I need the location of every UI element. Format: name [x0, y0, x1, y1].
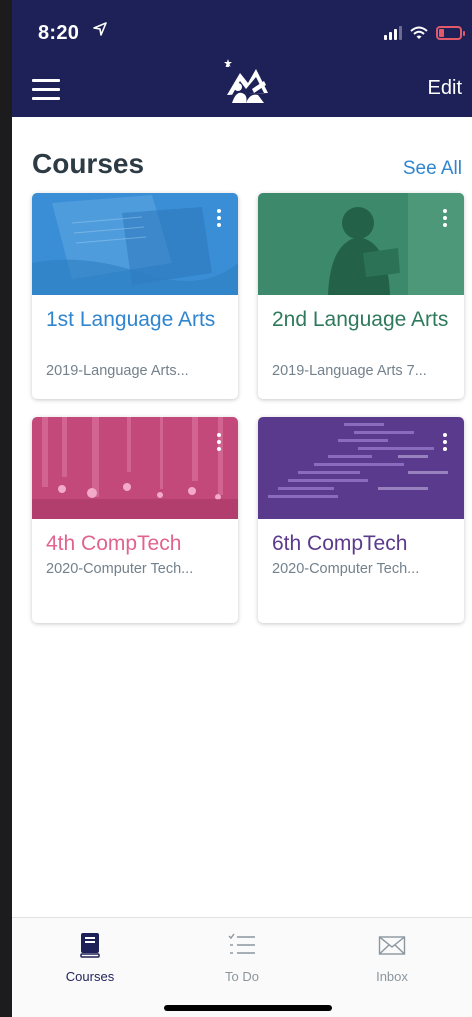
course-code: 2019-Language Arts 7...	[272, 363, 427, 379]
tab-label: Courses	[65, 969, 115, 984]
course-card-1st-language-arts[interactable]: 1st Language Arts 2019-Language Arts...	[32, 193, 238, 399]
bottom-tab-bar: Courses To Do Inbox	[12, 917, 472, 1017]
course-name: 4th CompTech	[46, 532, 182, 555]
courses-title: Courses	[32, 148, 145, 179]
app-header: 8:20 Edit	[12, 0, 472, 117]
book-icon	[80, 933, 100, 958]
course-options-icon[interactable]	[212, 207, 226, 229]
course-options-icon[interactable]	[438, 207, 452, 229]
edit-button[interactable]: Edit	[428, 77, 462, 100]
status-time: 8:20	[38, 22, 80, 44]
signal-icon	[384, 26, 402, 40]
location-arrow-icon	[93, 22, 107, 41]
course-options-icon[interactable]	[438, 431, 452, 453]
course-card-4th-comptech[interactable]: 4th CompTech 2020-Computer Tech...	[32, 417, 238, 623]
envelope-icon	[378, 936, 406, 955]
course-card-2nd-language-arts[interactable]: 2nd Language Arts 2019-Language Arts 7..…	[258, 193, 464, 399]
course-image	[32, 417, 238, 519]
tab-to-do[interactable]: To Do	[182, 932, 302, 984]
course-image	[258, 417, 464, 519]
school-logo	[224, 59, 270, 107]
course-code: 2020-Computer Tech...	[46, 561, 194, 577]
battery-low-charging-icon	[436, 26, 465, 40]
tab-label: Inbox	[376, 969, 408, 984]
tab-inbox[interactable]: Inbox	[332, 932, 452, 984]
course-name: 1st Language Arts	[46, 308, 216, 331]
course-options-icon[interactable]	[212, 431, 226, 453]
status-indicators	[384, 26, 465, 40]
course-card-6th-comptech[interactable]: 6th CompTech 2020-Computer Tech...	[258, 417, 464, 623]
course-name: 6th CompTech	[272, 532, 408, 555]
tab-label: To Do	[225, 969, 259, 984]
course-name: 2nd Language Arts	[272, 308, 449, 331]
app-screen: 8:20 Edit Courses See All 1st Language A…	[12, 0, 472, 1017]
wifi-icon	[410, 26, 428, 39]
checklist-icon	[228, 933, 255, 954]
course-image	[258, 193, 464, 295]
tab-courses[interactable]: Courses	[30, 932, 150, 984]
course-code: 2020-Computer Tech...	[272, 561, 420, 577]
see-all-link[interactable]: See All	[403, 158, 462, 180]
hamburger-menu-icon[interactable]	[32, 79, 60, 101]
course-image	[32, 193, 238, 295]
course-code: 2019-Language Arts...	[46, 363, 189, 379]
home-indicator[interactable]	[164, 1005, 332, 1011]
